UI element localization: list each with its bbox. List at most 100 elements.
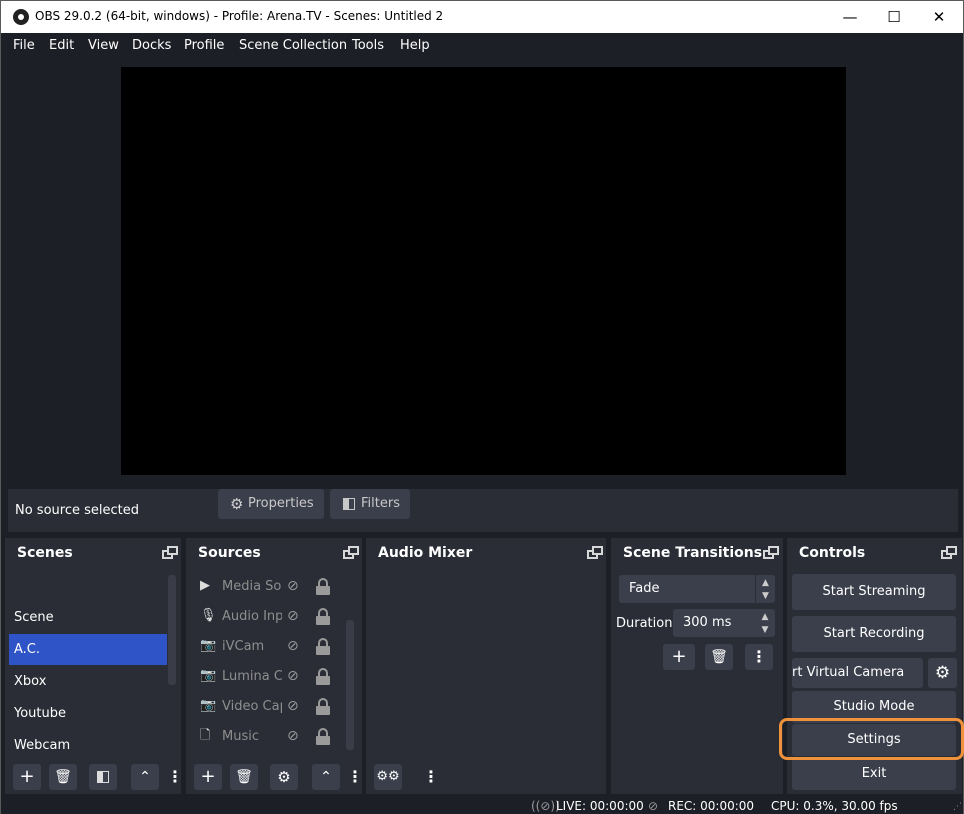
scene-item[interactable]: Scene (5, 602, 163, 633)
rec-status: REC: 00:00:00 (668, 799, 755, 813)
source-item[interactable]: 📷 Lumina Camera ⊘ (186, 662, 346, 692)
controls-title: Controls (799, 545, 866, 561)
scenes-scrollbar[interactable] (168, 575, 176, 685)
undock-icon[interactable] (941, 546, 957, 560)
lock-icon[interactable] (316, 728, 330, 746)
duration-value: 300 ms (683, 615, 732, 630)
scene-filters-button[interactable] (89, 764, 117, 790)
move-source-up-button[interactable]: ⌃ (312, 764, 340, 790)
menu-docks[interactable]: Docks (132, 38, 171, 53)
menu-scene-collection[interactable]: Scene Collection (239, 38, 347, 53)
add-source-button[interactable]: + (194, 764, 222, 790)
close-button[interactable]: ✕ (916, 1, 962, 33)
stepper-icon: ▲ ▼ (761, 612, 769, 635)
add-scene-button[interactable]: + (13, 764, 41, 790)
settings-highlight (779, 718, 964, 760)
menu-edit[interactable]: Edit (49, 38, 74, 53)
remove-source-button[interactable]: 🗑 (230, 764, 258, 790)
duration-spinbox[interactable]: 300 ms ▲ ▼ (673, 609, 775, 637)
undock-icon[interactable] (763, 546, 779, 560)
menu-profile[interactable]: Profile (184, 38, 224, 53)
start-virtual-camera-label: Start Virtual Camera (792, 665, 905, 680)
start-recording-button[interactable]: Start Recording (792, 616, 956, 652)
obs-window: OBS 29.0.2 (64-bit, windows) - Profile: … (0, 0, 964, 814)
scene-transitions-dock: Scene Transitions Fade ▲ ▼ Duration 300 m… (611, 538, 783, 794)
source-item[interactable]: 🗋 Music ⊘ (186, 722, 346, 752)
source-name: Lumina Camera (222, 669, 282, 684)
scene-item-selected[interactable]: A.C. (9, 634, 167, 665)
lock-icon[interactable] (316, 698, 330, 716)
more-vertical-icon: ⋮ (751, 647, 767, 666)
gear-icon: ⚙ (277, 768, 291, 786)
lock-icon[interactable] (316, 638, 330, 656)
move-scene-up-button[interactable]: ⌃ (131, 764, 159, 790)
menu-view[interactable]: View (88, 38, 119, 53)
source-item[interactable]: 🎙 Audio Input Capture ⊘ (186, 602, 346, 632)
sources-dock: Sources ▶ Media Source ⊘ 🎙 Audio Input C… (186, 538, 363, 794)
advanced-audio-properties-button[interactable]: ⚙⚙ (374, 764, 402, 790)
transition-select[interactable]: Fade ▲ ▼ (619, 575, 775, 603)
filters-button[interactable]: Filters (330, 489, 410, 519)
audio-mixer-more-button[interactable]: ⋮ (423, 764, 439, 790)
visibility-hidden-icon[interactable]: ⊘ (287, 608, 305, 626)
chevron-up-icon: ⌃ (139, 769, 151, 785)
filters-label: Filters (361, 496, 400, 511)
virtual-camera-settings-button[interactable]: ⚙ (928, 658, 957, 688)
scene-item[interactable]: Youtube (5, 698, 163, 729)
source-status-text: No source selected (15, 503, 139, 518)
source-name: Video Capture Device (222, 699, 282, 714)
exit-button[interactable]: Exit (792, 758, 956, 790)
undock-icon[interactable] (587, 546, 603, 560)
camera-icon: 📷 (200, 698, 217, 713)
remove-scene-button[interactable]: 🗑 (49, 764, 77, 790)
add-transition-button[interactable]: + (663, 644, 695, 670)
gears-icon: ⚙⚙ (376, 769, 400, 784)
undock-icon[interactable] (162, 546, 178, 560)
visibility-hidden-icon[interactable]: ⊘ (287, 728, 305, 746)
window-title: OBS 29.0.2 (64-bit, windows) - Profile: … (35, 9, 444, 23)
menu-tools[interactable]: Tools (352, 38, 384, 53)
plus-icon: + (671, 646, 687, 667)
resize-grip-icon[interactable]: ⋰ (953, 802, 962, 812)
cpu-status: CPU: 0.3%, 30.00 fps (771, 799, 898, 813)
start-virtual-camera-button[interactable]: Start Virtual Camera (792, 658, 923, 688)
minimize-button[interactable]: — (827, 1, 873, 33)
source-item[interactable]: 📷 Video Capture Device ⊘ (186, 692, 346, 722)
properties-button[interactable]: ⚙ Properties (218, 489, 324, 519)
lock-icon[interactable] (316, 578, 330, 596)
camera-icon: 📷 (200, 668, 217, 683)
live-status: LIVE: 00:00:00 (556, 799, 644, 813)
visibility-hidden-icon[interactable]: ⊘ (287, 698, 305, 716)
source-name: iVCam (222, 639, 265, 654)
scenes-more-button[interactable]: ⋮ (167, 764, 183, 790)
sources-more-button[interactable]: ⋮ (347, 764, 363, 790)
scene-item[interactable]: Webcam (5, 730, 163, 761)
source-name: Audio Input Capture (222, 609, 282, 624)
scene-item[interactable]: Xbox (5, 666, 163, 697)
more-vertical-icon: ⋮ (347, 767, 363, 786)
source-name: Music (222, 729, 259, 744)
chevron-updown-icon: ▲ ▼ (755, 575, 775, 603)
microphone-icon: 🎙 (200, 608, 217, 623)
source-properties-button[interactable]: ⚙ (270, 764, 298, 790)
gear-icon: ⚙ (934, 663, 951, 683)
source-item[interactable]: ▶ Media Source ⊘ (186, 572, 346, 602)
visibility-hidden-icon[interactable]: ⊘ (287, 668, 305, 686)
play-icon: ▶ (200, 578, 210, 593)
sources-scrollbar[interactable] (346, 620, 354, 750)
start-streaming-button[interactable]: Start Streaming (792, 574, 956, 610)
transition-value: Fade (629, 581, 660, 596)
menu-file[interactable]: File (13, 38, 35, 53)
lock-icon[interactable] (316, 668, 330, 686)
visibility-hidden-icon[interactable]: ⊘ (287, 578, 305, 596)
remove-transition-button[interactable]: 🗑 (705, 644, 733, 670)
menu-help[interactable]: Help (400, 38, 430, 53)
preview-canvas[interactable] (121, 67, 846, 475)
lock-icon[interactable] (316, 608, 330, 626)
visibility-hidden-icon[interactable]: ⊘ (287, 638, 305, 656)
trash-icon: 🗑 (235, 769, 253, 785)
undock-icon[interactable] (343, 546, 359, 560)
source-item[interactable]: 📷 iVCam ⊘ (186, 632, 346, 662)
transition-properties-button[interactable]: ⋮ (745, 644, 773, 670)
maximize-button[interactable]: ☐ (871, 1, 917, 33)
